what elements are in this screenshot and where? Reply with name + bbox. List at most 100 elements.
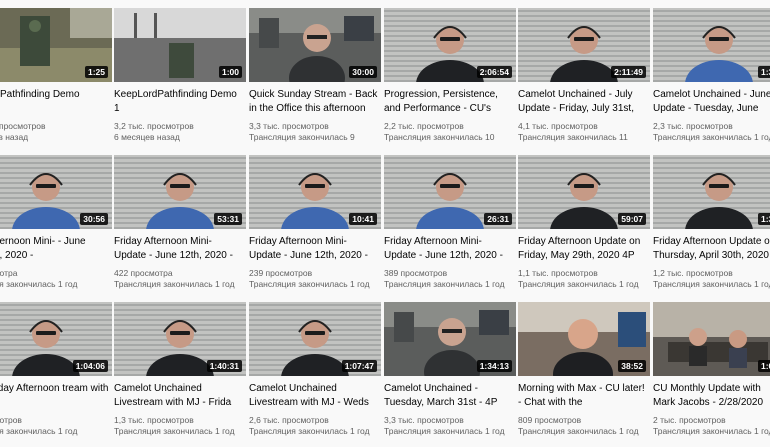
video-duration: 2:11:49 (611, 66, 646, 78)
video-card[interactable]: 1:00 KeepLordPathfinding Demo 1 3,2 тыс. п… (114, 8, 246, 153)
video-card[interactable]: 2:06:54 Progression, Persistence, and Per… (384, 8, 516, 153)
video-title[interactable]: Friday Afternoon Mini- Update - June 12t… (114, 235, 244, 265)
video-card[interactable]: 1:34:13 Camelot Unchained - Tuesday, Marc… (384, 302, 516, 447)
video-thumbnail[interactable]: 1:00 (653, 302, 770, 376)
video-thumbnail[interactable]: 1:00 (114, 8, 246, 82)
video-thumbnail[interactable]: 38:52 (518, 302, 650, 376)
video-duration: 53:31 (214, 213, 242, 225)
video-date: Трансляция закончилась 1 год (518, 279, 639, 289)
video-card[interactable]: 53:31 Friday Afternoon Mini- Update - Jun… (114, 155, 246, 300)
video-views: 3,3 тыс. просмотров (249, 121, 329, 131)
video-title[interactable]: Quick Sunday Stream - Back in the Office… (249, 88, 379, 118)
video-duration: 1:04:06 (72, 360, 108, 372)
video-date: сяцев назад (0, 132, 29, 142)
video-title[interactable]: LordPathfinding Demo (0, 88, 110, 118)
video-date: Трансляция закончилась 1 год (249, 426, 370, 436)
video-duration: 1:34:13 (476, 360, 512, 372)
video-duration: 26:31 (484, 213, 512, 225)
video-thumbnail[interactable]: 1:40:31 (114, 302, 246, 376)
video-duration: 1:40:31 (206, 360, 242, 372)
video-title[interactable]: Friday Afternoon Update on Friday, May 2… (518, 235, 648, 265)
video-thumbnail[interactable]: 1:30 (653, 155, 770, 229)
video-date: Трансляция закончилась 1 год (114, 426, 235, 436)
video-title[interactable]: Morning with Max - CU later! - Chat with… (518, 382, 648, 412)
video-views: 809 просмотров (518, 415, 582, 425)
video-card[interactable]: 1:04:06 Sunday Afternoon tream with MJ - р… (0, 302, 112, 447)
video-card[interactable]: 10:41 Friday Afternoon Mini- Update - Jun… (249, 155, 381, 300)
video-thumbnail[interactable]: 1:35 (653, 8, 770, 82)
video-duration: 1:35 (757, 66, 770, 78)
video-views: 3,2 тыс. просмотров (114, 121, 194, 131)
video-date: 6 месяцев назад (114, 132, 180, 142)
video-thumbnail[interactable]: 1:25 (0, 8, 112, 82)
video-thumbnail[interactable]: 1:34:13 (384, 302, 516, 376)
video-views: 389 просмотров (384, 268, 448, 278)
video-views: 1,2 тыс. просмотров (653, 268, 733, 278)
video-date: Трансляция закончилась 1 год (653, 426, 770, 436)
video-duration: 1:25 (84, 66, 108, 78)
video-duration: 10:41 (349, 213, 377, 225)
video-duration: 1:30 (757, 213, 770, 225)
video-date: Трансляция закончилась 1 год (114, 279, 235, 289)
video-date: Трансляция закончилась 11 (518, 132, 628, 142)
video-card[interactable]: 1:07:47 Camelot Unchained Livestream with… (249, 302, 381, 447)
video-title[interactable]: Camelot Unchained Livestream with MJ - F… (114, 382, 244, 412)
video-date: Трансляция закончилась 1 год (518, 426, 639, 436)
video-title[interactable]: Camelot Unchained Livestream with MJ - W… (249, 382, 379, 412)
video-date: ляция закончилась 1 год (0, 426, 78, 436)
video-card[interactable]: 38:52 Morning with Max - CU later! - Chat… (518, 302, 650, 447)
video-date: Трансляция закончилась 1 год (249, 279, 370, 289)
video-thumbnail[interactable]: 53:31 (114, 155, 246, 229)
video-views: 2,6 тыс. просмотров (249, 415, 329, 425)
video-card[interactable]: 26:31 Friday Afternoon Mini- Update - Jun… (384, 155, 516, 300)
video-thumbnail[interactable]: 10:41 (249, 155, 381, 229)
video-views: росмотра (0, 268, 18, 278)
video-title[interactable]: Friday Afternoon Mini- Update - June 12t… (384, 235, 514, 265)
video-views: росмотров (0, 415, 22, 425)
video-duration: 1:00 (218, 66, 242, 78)
video-card[interactable]: 1:25 LordPathfinding Demo тыс. просмотровс… (0, 8, 112, 153)
video-thumbnail[interactable]: 1:04:06 (0, 302, 112, 376)
video-thumbnail[interactable]: 26:31 (384, 155, 516, 229)
video-card[interactable]: 1:35 Camelot Unchained - June Update - Tu… (653, 8, 770, 153)
video-date: Трансляция закончилась 1 год (384, 279, 505, 289)
video-duration: 1:00 (757, 360, 770, 372)
video-title[interactable]: Sunday Afternoon tream with MJ - (0, 382, 110, 412)
video-thumbnail[interactable]: 30:00 (249, 8, 381, 82)
video-date: Трансляция закончилась 1 год (653, 279, 770, 289)
video-date: Трансляция закончилась 1 год (384, 426, 505, 436)
video-title[interactable]: Camelot Unchained - June Update - Tuesda… (653, 88, 770, 118)
video-card[interactable]: 59:07 Friday Afternoon Update on Friday, … (518, 155, 650, 300)
video-duration: 30:56 (80, 213, 108, 225)
video-card[interactable]: 2:11:49 Camelot Unchained - July Update -… (518, 8, 650, 153)
video-card[interactable]: 1:40:31 Camelot Unchained Livestream with… (114, 302, 246, 447)
video-title[interactable]: Camelot Unchained - July Update - Friday… (518, 88, 648, 118)
video-views: 2 тыс. просмотров (653, 415, 726, 425)
video-duration: 38:52 (618, 360, 646, 372)
video-views: 422 просмотра (114, 268, 173, 278)
video-thumbnail[interactable]: 2:11:49 (518, 8, 650, 82)
video-title[interactable]: Friday Afternoon Mini- Update - June 12t… (249, 235, 379, 265)
video-thumbnail[interactable]: 1:07:47 (249, 302, 381, 376)
video-views: 3,3 тыс. просмотров (384, 415, 464, 425)
video-card[interactable]: 30:56 y Afternoon Mini- - June 12th, 2020… (0, 155, 112, 300)
video-views: 2,2 тыс. просмотров (384, 121, 464, 131)
video-title[interactable]: y Afternoon Mini- - June 12th, 2020 - (0, 235, 110, 265)
video-card[interactable]: 30:00 Quick Sunday Stream - Back in the O… (249, 8, 381, 153)
video-duration: 59:07 (618, 213, 646, 225)
video-title[interactable]: Friday Afternoon Update on Thursday, Apr… (653, 235, 770, 265)
video-card[interactable]: 1:30 Friday Afternoon Update on Thursday,… (653, 155, 770, 300)
video-title[interactable]: KeepLordPathfinding Demo 1 (114, 88, 244, 118)
video-thumbnail[interactable]: 59:07 (518, 155, 650, 229)
video-views: 4,1 тыс. просмотров (518, 121, 598, 131)
video-views: тыс. просмотров (0, 121, 46, 131)
video-title[interactable]: CU Monthly Update with Mark Jacobs - 2/2… (653, 382, 770, 412)
video-date: ляция закончилась 1 год (0, 279, 78, 289)
video-title[interactable]: Progression, Persistence, and Performanc… (384, 88, 514, 118)
video-title[interactable]: Camelot Unchained - Tuesday, March 31st … (384, 382, 514, 412)
video-views: 1,1 тыс. просмотров (518, 268, 598, 278)
video-thumbnail[interactable]: 30:56 (0, 155, 112, 229)
video-card[interactable]: 1:00 CU Monthly Update with Mark Jacobs -… (653, 302, 770, 447)
video-thumbnail[interactable]: 2:06:54 (384, 8, 516, 82)
video-views: 1,3 тыс. просмотров (114, 415, 194, 425)
